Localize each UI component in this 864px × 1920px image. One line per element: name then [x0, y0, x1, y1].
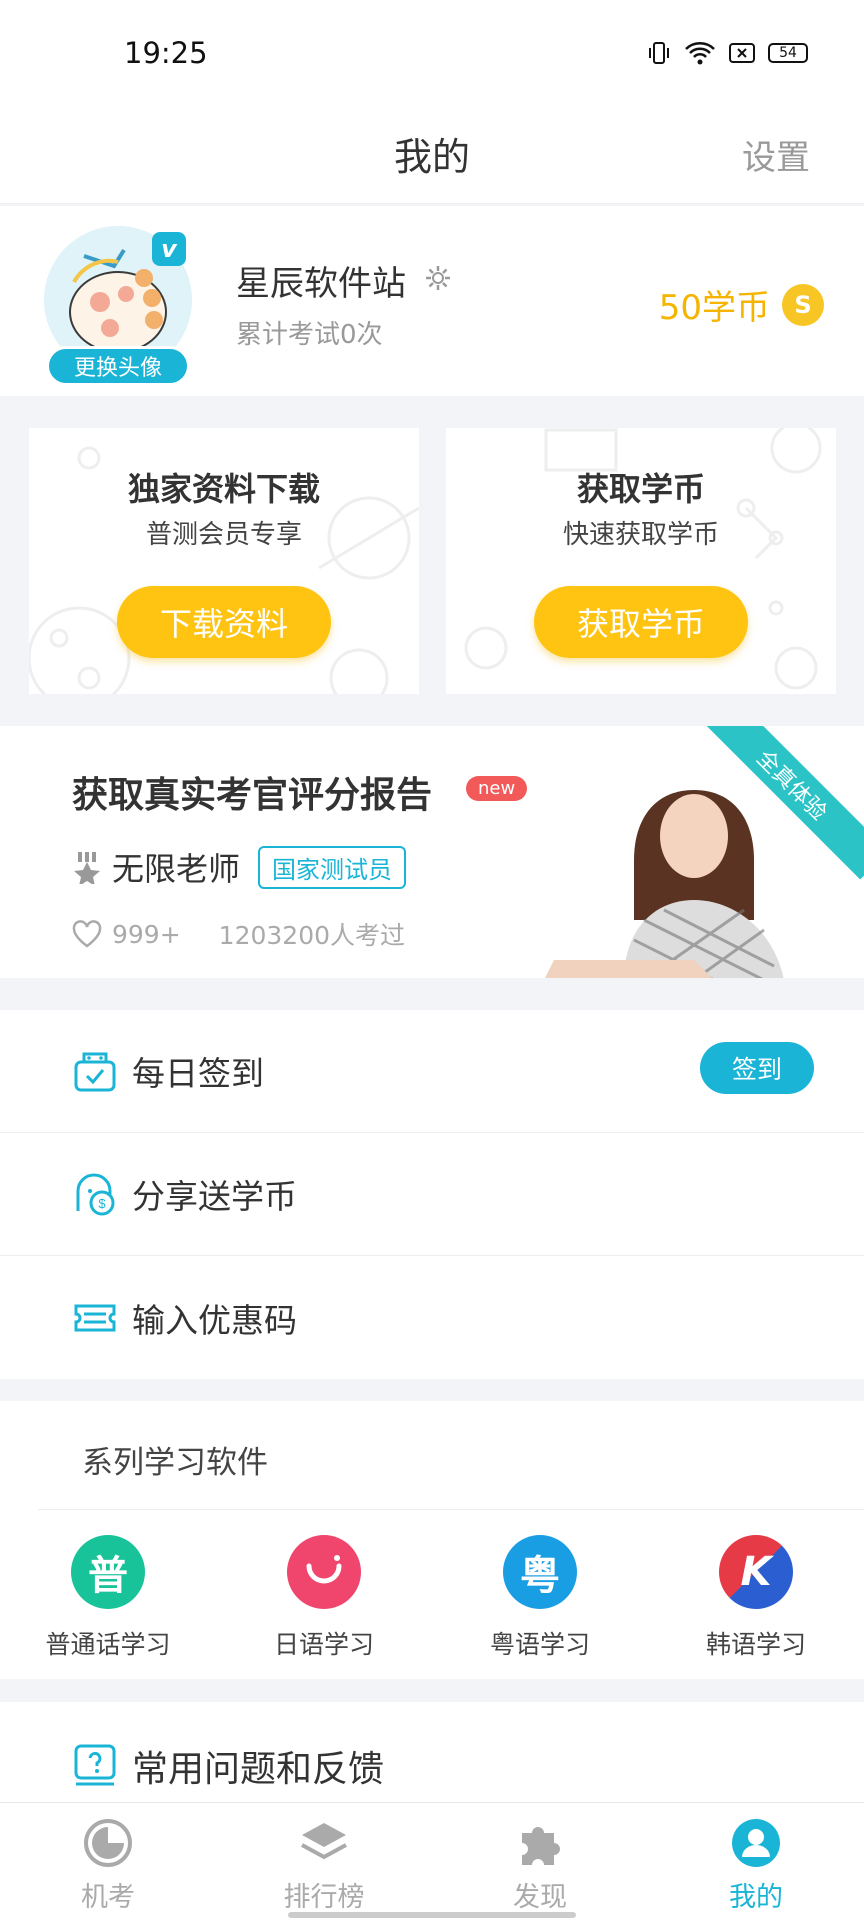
sim-icon — [729, 43, 755, 63]
banner-stats: 999+ 1203200人考过 — [72, 916, 405, 952]
coin-balance-label: 50学币 — [658, 288, 770, 328]
page-title: 我的 — [393, 135, 470, 179]
app-japanese[interactable]: 日语学习 — [216, 1535, 432, 1661]
menu-label: 常用问题和反馈 — [132, 1749, 385, 1790]
tab-label: 我的 — [729, 1882, 783, 1913]
tab-mine[interactable]: 我的 — [648, 1803, 864, 1920]
exam-count: 累计考试0次 — [236, 320, 383, 350]
app-root: 19:25 54 我的 设置 v 更换头像 星辰软件站 累计考试0次 50学币 … — [0, 0, 864, 1920]
menu-item-checkin[interactable]: 每日签到 签到 — [0, 1010, 864, 1133]
menu-list: 每日签到 签到 $ 分享送学币 输入优惠码 — [0, 1010, 864, 1379]
menu-label: 分享送学币 — [132, 1177, 297, 1216]
medal-icon — [74, 852, 100, 884]
teacher-name: 无限老师 — [112, 850, 241, 888]
get-coins-button[interactable]: 获取学币 — [534, 586, 748, 658]
page-header: 我的 设置 — [0, 108, 864, 204]
card-title: 获取学币 — [576, 470, 705, 508]
menu-item-share[interactable]: $ 分享送学币 — [0, 1133, 864, 1256]
layers-icon — [301, 1823, 347, 1860]
promo-area: 独家资料下载 普测会员专享 下载资料 获取学币 快速获取学币 获取学币 — [0, 396, 864, 726]
settings-button[interactable]: 设置 — [742, 130, 810, 179]
tab-label: 发现 — [513, 1882, 567, 1913]
checkin-icon — [74, 1052, 116, 1092]
vibrate-icon — [649, 42, 669, 64]
coin-balance[interactable]: 50学币 S — [659, 280, 824, 329]
series-apps-section: 系列学习软件 普 普通话学习 日语学习 粤 粤语学习 K 韩语学习 — [0, 1401, 864, 1679]
app-label: 日语学习 — [273, 1630, 374, 1659]
examiner-report-banner[interactable]: 获取真实考官评分报告 new 无限老师 国家测试员 999+ 1203200人考… — [0, 726, 864, 978]
like-count: 999+ — [112, 919, 181, 949]
mandarin-app-icon: 普 — [71, 1535, 145, 1609]
takers-count: 1203200人考过 — [218, 921, 406, 950]
tab-exam[interactable]: 机考 — [0, 1803, 216, 1920]
profile-section: v 更换头像 星辰软件站 累计考试0次 50学币 S — [0, 206, 864, 396]
series-apps-list: 普 普通话学习 日语学习 粤 粤语学习 K 韩语学习 — [0, 1535, 864, 1661]
app-cantonese[interactable]: 粤 粤语学习 — [432, 1535, 648, 1661]
status-time: 19:25 — [124, 36, 208, 70]
banner-title: 获取真实考官评分报告 — [72, 775, 433, 816]
download-button[interactable]: 下载资料 — [117, 586, 331, 658]
heart-icon[interactable] — [72, 920, 102, 948]
smile-icon — [306, 1555, 342, 1584]
change-avatar-button[interactable]: 更换头像 — [46, 346, 190, 386]
card-title: 独家资料下载 — [127, 470, 320, 508]
japanese-app-icon — [287, 1535, 361, 1609]
tab-label: 机考 — [81, 1882, 135, 1913]
new-badge: new — [466, 776, 528, 801]
clock-icon — [84, 1819, 132, 1867]
faq-icon — [74, 1744, 116, 1786]
menu-label: 每日签到 — [132, 1054, 264, 1093]
cantonese-app-icon: 粤 — [503, 1535, 577, 1609]
svg-text:$: $ — [98, 1196, 106, 1211]
series-title: 系列学习软件 — [82, 1445, 268, 1481]
bottom-tab-bar: 机考 排行榜 发现 我的 — [0, 1802, 864, 1920]
coin-icon: S — [782, 283, 824, 326]
username: 星辰软件站 — [236, 264, 406, 304]
get-coins-card: 获取学币 快速获取学币 获取学币 — [446, 428, 836, 694]
app-label: 韩语学习 — [705, 1630, 806, 1659]
status-bar: 19:25 54 — [0, 0, 864, 108]
divider — [38, 1509, 864, 1510]
app-korean[interactable]: K 韩语学习 — [648, 1535, 864, 1661]
user-icon — [732, 1819, 780, 1867]
ticket-icon — [74, 1304, 116, 1332]
wifi-icon — [685, 42, 715, 65]
gear-icon[interactable] — [424, 264, 452, 292]
tab-discover[interactable]: 发现 — [432, 1803, 648, 1920]
tab-label: 排行榜 — [283, 1882, 365, 1913]
share-coin-icon: $ — [76, 1173, 115, 1216]
menu-item-coupon[interactable]: 输入优惠码 — [0, 1256, 864, 1379]
app-mandarin[interactable]: 普 普通话学习 — [0, 1535, 216, 1661]
download-card: 独家资料下载 普测会员专享 下载资料 — [29, 428, 419, 694]
app-label: 粤语学习 — [489, 1630, 590, 1659]
vip-badge: v — [152, 232, 186, 266]
card-subtitle: 快速获取学币 — [562, 520, 719, 550]
teacher-tag: 国家测试员 — [258, 845, 407, 889]
card-subtitle: 普测会员专享 — [145, 520, 302, 550]
puzzle-icon — [522, 1827, 560, 1865]
menu-label: 输入优惠码 — [132, 1300, 297, 1340]
home-indicator[interactable] — [288, 1912, 576, 1918]
app-label: 普通话学习 — [45, 1630, 171, 1659]
checkin-button[interactable]: 签到 — [700, 1042, 814, 1094]
korean-app-icon: K — [719, 1535, 793, 1609]
teacher-row: 无限老师 国家测试员 — [72, 844, 407, 890]
status-icons: 54 — [646, 40, 808, 66]
tab-ranking[interactable]: 排行榜 — [216, 1803, 432, 1920]
battery-indicator: 54 — [768, 43, 808, 63]
